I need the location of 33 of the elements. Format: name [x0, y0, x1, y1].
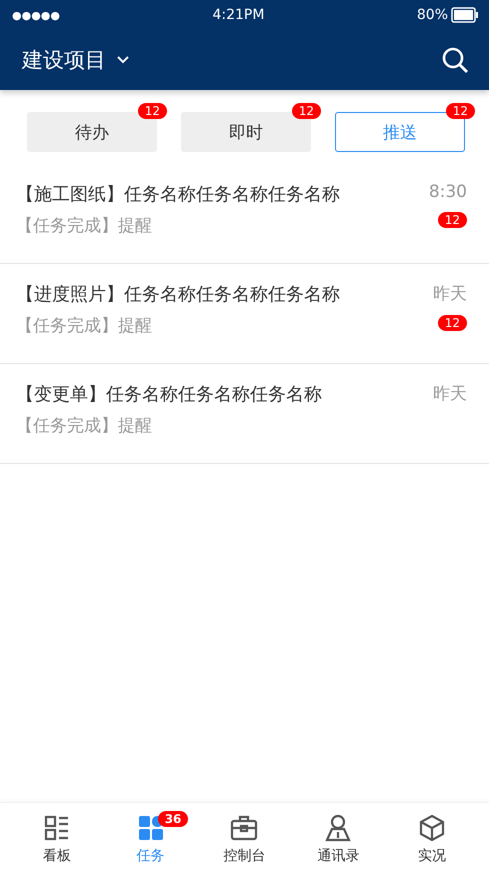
task-row[interactable]: 【施工图纸】任务名称任务名称任务名称 【任务完成】提醒 8:30 12	[0, 164, 489, 264]
search-icon	[441, 46, 469, 74]
task-title: 【进度照片】任务名称任务名称任务名称	[16, 283, 340, 306]
count-badge: 12	[138, 103, 167, 119]
nav-tab[interactable]: 通讯录	[303, 803, 374, 875]
battery-percent: 80%	[416, 7, 448, 23]
task-subtitle: 【任务完成】提醒	[16, 415, 153, 437]
task-title: 【施工图纸】任务名称任务名称任务名称	[16, 183, 340, 206]
task-row[interactable]: 【进度照片】任务名称任务名称任务名称 【任务完成】提醒 昨天 12	[0, 264, 489, 364]
toolbox-icon	[229, 813, 260, 843]
task-subtitle: 【任务完成】提醒	[16, 315, 153, 337]
project-dropdown[interactable]: 建设项目	[22, 46, 130, 74]
nav-tab[interactable]: 实况	[397, 803, 468, 875]
task-row[interactable]: 【变更单】任务名称任务名称任务名称 【任务完成】提醒 昨天	[0, 364, 489, 464]
person-icon	[323, 813, 354, 843]
task-time: 昨天	[433, 283, 467, 305]
count-badge: 12	[438, 315, 467, 331]
count-badge: 36	[158, 811, 188, 827]
chevron-down-icon	[116, 55, 130, 65]
count-badge: 12	[438, 212, 467, 228]
task-time: 8:30	[428, 182, 467, 202]
task-time: 昨天	[433, 383, 467, 405]
task-title: 【变更单】任务名称任务名称任务名称	[16, 383, 322, 406]
battery-icon	[451, 7, 479, 23]
clock-time: 4:21PM	[212, 7, 264, 23]
nav-tab[interactable]: 看板	[22, 803, 92, 875]
nav-tab[interactable]: 任务 36	[116, 803, 186, 875]
search-button[interactable]	[441, 46, 469, 74]
task-subtitle: 【任务完成】提醒	[16, 215, 153, 237]
signal-dots: ●●●●●	[12, 8, 60, 22]
count-badge: 12	[446, 103, 475, 119]
count-badge: 12	[292, 103, 321, 119]
nav-tab[interactable]: 控制台	[209, 803, 280, 875]
